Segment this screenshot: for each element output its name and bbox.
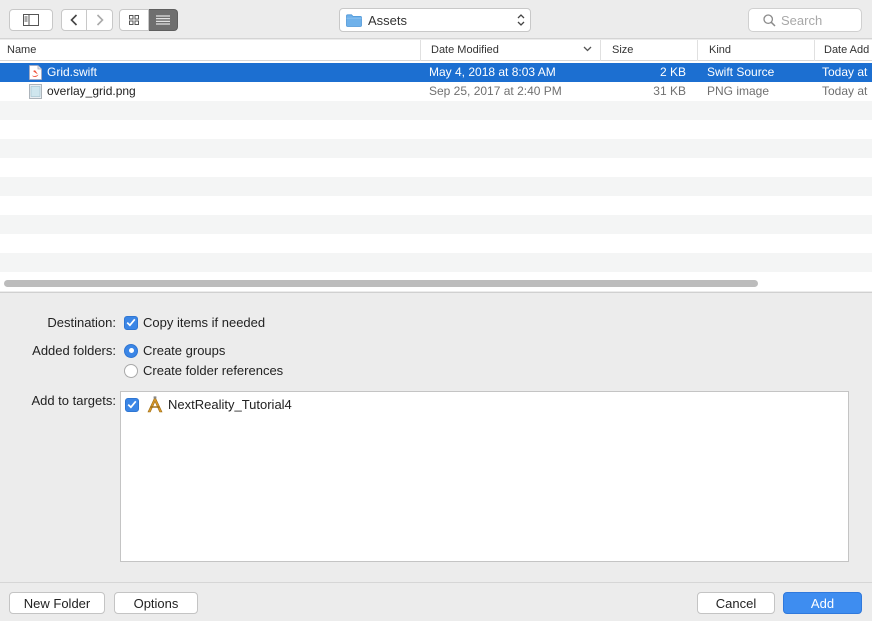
horizontal-scrollbar[interactable] bbox=[4, 279, 868, 288]
empty-row bbox=[0, 234, 872, 253]
icon-view-button[interactable] bbox=[119, 9, 149, 31]
cancel-button[interactable]: Cancel bbox=[697, 592, 775, 614]
added-folders-label: Added folders: bbox=[32, 343, 116, 358]
column-header-kind[interactable]: Kind bbox=[698, 40, 815, 61]
file-date-added: Today at bbox=[822, 65, 868, 79]
checkbox-checked[interactable] bbox=[124, 315, 138, 330]
new-folder-button[interactable]: New Folder bbox=[9, 592, 105, 614]
location-popup[interactable]: Assets bbox=[339, 8, 531, 32]
chevron-left-icon bbox=[70, 14, 78, 26]
file-date-modified: Sep 25, 2017 at 2:40 PM bbox=[429, 84, 562, 98]
list-header: Name Date Modified Size Kind Date Add bbox=[0, 40, 872, 61]
create-folder-references-radio[interactable]: Create folder references bbox=[124, 363, 283, 378]
file-size: 31 KB bbox=[653, 84, 686, 98]
file-size: 2 KB bbox=[659, 65, 686, 79]
file-kind: PNG image bbox=[707, 84, 770, 98]
column-header-size[interactable]: Size bbox=[601, 40, 698, 61]
targets-list: NextReality_Tutorial4 bbox=[120, 391, 849, 562]
png-file-icon bbox=[29, 84, 42, 99]
file-name: Grid.swift bbox=[47, 65, 98, 79]
create-groups-radio[interactable]: Create groups bbox=[124, 343, 225, 358]
options-button[interactable]: Options bbox=[114, 592, 198, 614]
add-to-targets-label: Add to targets: bbox=[31, 393, 116, 408]
empty-row bbox=[0, 139, 872, 158]
search-field[interactable] bbox=[748, 8, 862, 32]
scrollbar-thumb[interactable] bbox=[4, 280, 758, 287]
sort-chevron-down-icon bbox=[583, 46, 592, 52]
target-checkbox[interactable] bbox=[125, 397, 139, 412]
destination-label: Destination: bbox=[47, 315, 116, 330]
empty-row bbox=[0, 158, 872, 177]
target-item[interactable]: NextReality_Tutorial4 bbox=[125, 396, 292, 413]
options-panel: Destination: Copy items if needed Added … bbox=[0, 292, 872, 582]
empty-row bbox=[0, 101, 872, 120]
column-header-date-modified[interactable]: Date Modified bbox=[421, 40, 601, 61]
file-rows: Grid.swift May 4, 2018 at 8:03 AM 2 KB S… bbox=[0, 63, 872, 272]
swift-file-icon bbox=[29, 65, 42, 80]
empty-row bbox=[0, 120, 872, 139]
file-row[interactable]: Grid.swift May 4, 2018 at 8:03 AM 2 KB S… bbox=[0, 63, 872, 82]
grid-icon bbox=[129, 15, 139, 25]
list-icon bbox=[156, 15, 170, 25]
back-button[interactable] bbox=[61, 9, 87, 31]
file-name-cell: overlay_grid.png bbox=[27, 82, 417, 101]
checkmark-icon bbox=[127, 400, 137, 409]
file-kind: Swift Source bbox=[707, 65, 775, 79]
updown-chevron-icon bbox=[517, 14, 525, 26]
create-folder-references-label: Create folder references bbox=[143, 363, 284, 378]
checkmark-icon bbox=[126, 318, 136, 327]
column-header-name[interactable]: Name bbox=[0, 40, 421, 61]
column-header-date-modified-label: Date Modified bbox=[431, 44, 499, 56]
chevron-right-icon bbox=[96, 14, 104, 26]
file-date-added: Today at bbox=[822, 84, 868, 98]
file-date-modified: May 4, 2018 at 8:03 AM bbox=[429, 65, 556, 79]
file-name: overlay_grid.png bbox=[47, 84, 136, 98]
folder-icon bbox=[346, 13, 362, 27]
file-name-cell: Grid.swift bbox=[27, 63, 417, 82]
radio-selected[interactable] bbox=[124, 343, 138, 358]
location-label: Assets bbox=[368, 12, 408, 28]
column-header-date-added[interactable]: Date Add bbox=[815, 40, 872, 61]
sidebar-icon bbox=[23, 14, 39, 26]
sidebar-toggle-button[interactable] bbox=[9, 9, 53, 31]
bottom-bar: New Folder Options Cancel Add bbox=[0, 582, 872, 621]
toolbar: Assets bbox=[0, 0, 872, 39]
copy-items-label: Copy items if needed bbox=[143, 315, 266, 330]
radio-unselected[interactable] bbox=[124, 363, 138, 378]
list-view-button[interactable] bbox=[149, 9, 178, 31]
empty-row bbox=[0, 253, 872, 272]
add-button[interactable]: Add bbox=[783, 592, 862, 614]
empty-row bbox=[0, 215, 872, 234]
copy-items-checkbox[interactable]: Copy items if needed bbox=[124, 315, 265, 330]
search-icon bbox=[763, 13, 776, 27]
forward-button[interactable] bbox=[87, 9, 113, 31]
create-groups-label: Create groups bbox=[143, 343, 226, 358]
empty-row bbox=[0, 196, 872, 215]
target-name: NextReality_Tutorial4 bbox=[168, 397, 292, 412]
file-list: Name Date Modified Size Kind Date Add Gr… bbox=[0, 40, 872, 291]
search-input[interactable] bbox=[781, 12, 857, 28]
xcode-app-icon bbox=[147, 396, 163, 413]
empty-row bbox=[0, 177, 872, 196]
file-row[interactable]: overlay_grid.png Sep 25, 2017 at 2:40 PM… bbox=[0, 82, 872, 101]
